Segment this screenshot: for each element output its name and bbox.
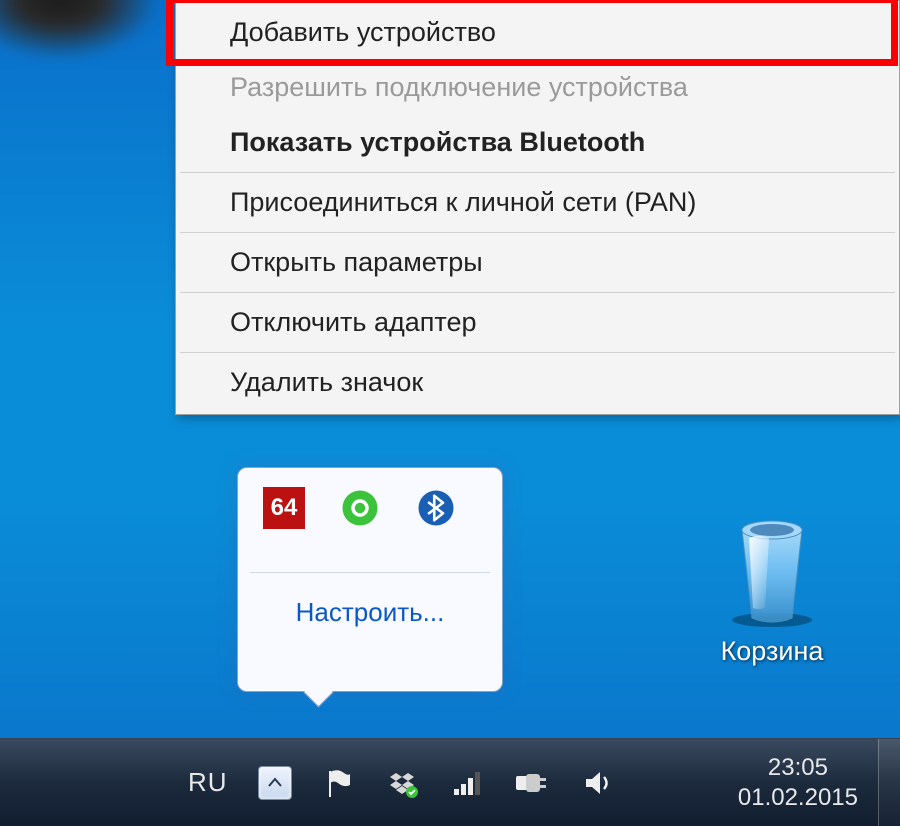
clock-time: 23:05	[738, 753, 858, 783]
menu-item-show-bluetooth-devices[interactable]: Показать устройства Bluetooth	[176, 115, 899, 170]
menu-item-allow-connect: Разрешить подключение устройства	[176, 60, 899, 115]
network-signal-icon[interactable]	[448, 765, 484, 801]
recycle-bin[interactable]: Корзина	[682, 508, 862, 667]
menu-separator	[180, 292, 895, 293]
top-left-shadow	[0, 0, 160, 60]
dropbox-icon[interactable]	[384, 765, 420, 801]
power-plug-icon[interactable]	[512, 765, 552, 801]
volume-icon[interactable]	[580, 765, 616, 801]
recycle-bin-label: Корзина	[682, 636, 862, 667]
menu-item-disable-adapter[interactable]: Отключить адаптер	[176, 295, 899, 350]
menu-item-add-device[interactable]: Добавить устройство	[176, 5, 899, 60]
avira-64-icon[interactable]: 64	[260, 484, 308, 532]
menu-separator	[180, 172, 895, 173]
menu-item-open-settings[interactable]: Открыть параметры	[176, 235, 899, 290]
bluetooth-context-menu: Добавить устройство Разрешить подключени…	[175, 0, 900, 415]
language-indicator[interactable]: RU	[188, 767, 228, 798]
taskbar: RU	[0, 738, 900, 826]
desktop: Добавить устройство Разрешить подключени…	[0, 0, 900, 826]
hidden-tray-icons-popout: 64 Настроить...	[237, 467, 503, 692]
customize-tray-link[interactable]: Настроить...	[238, 573, 502, 650]
avira-64-badge: 64	[263, 487, 305, 529]
menu-separator	[180, 232, 895, 233]
show-hidden-icons-chevron[interactable]	[258, 766, 292, 800]
skype-icon[interactable]	[336, 484, 384, 532]
show-desktop-button[interactable]	[878, 739, 900, 826]
menu-item-join-pan[interactable]: Присоединиться к личной сети (PAN)	[176, 175, 899, 230]
recycle-bin-icon	[717, 508, 827, 628]
clock-date: 01.02.2015	[738, 783, 858, 813]
bluetooth-icon[interactable]	[412, 484, 460, 532]
taskbar-clock[interactable]: 23:05 01.02.2015	[738, 753, 858, 813]
action-center-flag-icon[interactable]	[320, 765, 356, 801]
menu-item-remove-icon[interactable]: Удалить значок	[176, 355, 899, 410]
menu-separator	[180, 352, 895, 353]
tray-icon-row: 64	[238, 468, 502, 532]
